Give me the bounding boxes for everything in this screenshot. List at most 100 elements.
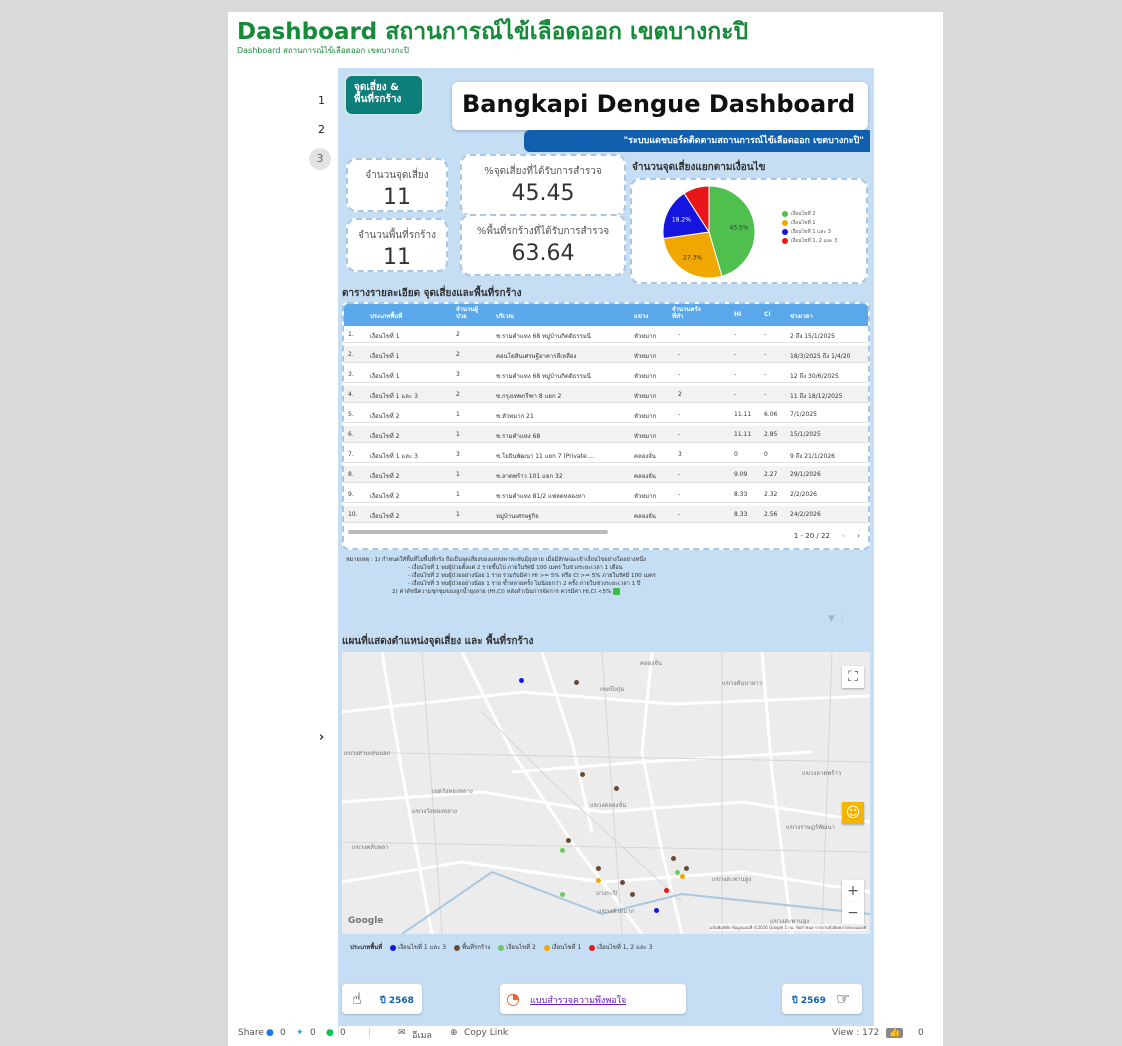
map-marker[interactable] (596, 878, 601, 883)
map-marker[interactable] (664, 888, 669, 893)
thumb-left-icon: ☝ (352, 989, 362, 1008)
prev-year-button[interactable]: ☝ ปี 2568 (342, 984, 422, 1014)
fullscreen-icon[interactable]: ⛶ (842, 666, 864, 688)
map-marker[interactable] (671, 856, 676, 861)
cell-hi: 8.33 (734, 491, 748, 498)
table-row[interactable]: 10. เงื่อนไขที่ 2 1 หมู่บ้านเศรษฐกิจ คลองจั่… (344, 506, 868, 523)
map-marker[interactable] (614, 786, 619, 791)
col-type[interactable]: ประเภทพื้นที่ (370, 311, 402, 321)
map-marker[interactable] (675, 870, 680, 875)
cell-no: 1. (348, 331, 354, 338)
legend-label: เงื่อนไขที่ 1, 2 และ 3 (597, 944, 653, 951)
cell-khwaeng: คลองจั่น (634, 473, 656, 480)
horizontal-scrollbar[interactable] (348, 530, 608, 534)
cell-patients: 2 (456, 391, 460, 398)
line-share-icon[interactable]: ● (326, 1028, 334, 1038)
map-marker[interactable] (684, 866, 689, 871)
col-patients[interactable]: จำนวนผู้ป่วย (456, 306, 480, 320)
pie-chart-card[interactable]: 45.5% 27.3% 18.2% เงื่อนไขที่ 2 เงื่อนไขที… (630, 178, 868, 284)
map-label: แขวงสะพานสูง (712, 876, 752, 883)
map-label: แขวงคลองจั่น (590, 802, 627, 809)
email-link[interactable]: อีเมล (412, 1028, 432, 1042)
dashboard-title: Bangkapi Dengue Dashboard (462, 90, 856, 118)
like-count: 0 (918, 1028, 924, 1038)
next-year-button[interactable]: ปี 2569 ☞ (782, 984, 862, 1014)
cell-ci: 2.56 (764, 511, 778, 518)
map-marker[interactable] (566, 838, 571, 843)
page-1-link[interactable]: 1 (305, 94, 338, 107)
col-ci[interactable]: CI (764, 311, 771, 318)
zoom-in-button[interactable]: + (842, 880, 864, 902)
table-row[interactable]: 8. เงื่อนไขที่ 2 1 ซ.ลาดพร้าว 101 แยก 32 คลอ… (344, 466, 868, 483)
next-page-button[interactable]: › (857, 532, 860, 540)
facebook-share-icon[interactable]: ● (266, 1028, 274, 1038)
map-marker[interactable] (630, 892, 635, 897)
table-pagination: 1 - 20 / 22 ‹ › (794, 532, 860, 540)
twitter-share-icon[interactable]: ✦ (296, 1028, 304, 1038)
cell-ci: 0 (764, 451, 768, 458)
table-row[interactable]: 5. เงื่อนไขที่ 2 1 ซ.หัวหมาก 21 หัวหมาก - 11.1… (344, 406, 868, 423)
col-hi[interactable]: HI (734, 311, 741, 318)
cell-area: ซ.กรุงเทพกรีฑา 8 แยก 2 (496, 393, 562, 400)
cell-patients: 2 (456, 331, 460, 338)
legend-swatch (782, 228, 788, 235)
legend-item: เงื่อนไขที่ 1 (782, 219, 816, 227)
page-2-link[interactable]: 2 (305, 123, 338, 136)
link-icon[interactable]: ⊕ (450, 1028, 458, 1038)
map-legend: ประเภทพื้นที่ เงื่อนไขที่ 1 และ 3 พื้นที… (350, 942, 653, 952)
map-attribution: แป้นพิมพ์ลัด ข้อมูลแผนที่ ©2026 Google 1… (709, 924, 866, 931)
risk-map[interactable]: คลองจั่น เขตบึงกุ่ม แขวงคันนายาว แขวงสาม… (342, 652, 870, 934)
legend-swatch (543, 944, 550, 951)
cell-khwaeng: คลองจั่น (634, 513, 656, 520)
cell-khwaeng: หัวหมาก (634, 353, 657, 360)
map-marker[interactable] (654, 908, 659, 913)
email-icon[interactable]: ✉ (398, 1028, 406, 1038)
map-marker[interactable] (596, 866, 601, 871)
kpi-label: จำนวนจุดเสี่ยง (365, 170, 429, 181)
map-marker[interactable] (680, 874, 685, 879)
cell-area: ซ.รามคำแหง 68 (496, 433, 541, 440)
table-row[interactable]: 2. เงื่อนไขที่ 1 2 คอนโดสินเศรษฐีอาคารสีเหล… (344, 346, 868, 363)
survey-link[interactable]: แบบสำรวจความพึงพอใจ (530, 993, 626, 1007)
page-3-link[interactable]: 3 (309, 148, 331, 170)
col-times[interactable]: จำนวนครั้งที่ทำ (672, 306, 704, 320)
col-period[interactable]: ช่วงเวลา (790, 311, 813, 321)
risk-area-badge[interactable]: จุดเสี่ยง & พื้นที่รกร้าง (344, 74, 424, 116)
prev-page-button[interactable]: ‹ (842, 532, 845, 540)
col-khwaeng[interactable]: แขวง (634, 311, 648, 321)
map-label: แขวงลาดพร้าว (802, 770, 842, 777)
table-row[interactable]: 1. เงื่อนไขที่ 1 2 ซ.รามคำแหง 68 หมู่บ้านกิ… (344, 326, 868, 343)
table-row[interactable]: 6. เงื่อนไขที่ 2 1 ซ.รามคำแหง 68 หัวหมาก - 11.… (344, 426, 868, 443)
filter-icon[interactable]: ▼ ⋮ (828, 614, 847, 624)
cell-times: - (678, 351, 681, 358)
map-marker[interactable] (574, 680, 579, 685)
cell-type: เงื่อนไขที่ 1 และ 3 (370, 393, 418, 400)
street-view-icon[interactable]: ☺ (842, 802, 864, 824)
table-row[interactable]: 3. เงื่อนไขที่ 1 3 ซ.รามคำแหง 68 หมู่บ้านกิ… (344, 366, 868, 383)
cell-area: ซ.รามคำแหง 68 หมู่บ้านกิตติธรรมนี (496, 333, 591, 340)
like-icon[interactable]: 👍 (886, 1028, 904, 1038)
cell-ci: - (764, 391, 767, 398)
map-marker[interactable] (560, 848, 565, 853)
table-row[interactable]: 9. เงื่อนไขที่ 2 1 ซ.รามคำแหง 81/2 แฟลตหลอง… (344, 486, 868, 503)
table-row[interactable]: 4. เงื่อนไขที่ 1 และ 3 2 ซ.กรุงเทพกรีฑา 8 แ… (344, 386, 868, 403)
cell-patients: 1 (456, 511, 460, 518)
survey-button[interactable]: ◔ แบบสำรวจความพึงพอใจ (500, 984, 686, 1014)
map-marker[interactable] (580, 772, 585, 777)
col-area[interactable]: บริเวณ (496, 311, 514, 321)
zoom-out-button[interactable]: − (842, 902, 864, 924)
map-marker[interactable] (519, 678, 524, 683)
cell-hi: - (734, 391, 737, 398)
page-navigator: 1 2 3 › (305, 78, 339, 1038)
map-marker[interactable] (620, 880, 625, 885)
cell-type: เงื่อนไขที่ 2 (370, 513, 400, 520)
line-count: 0 (340, 1028, 346, 1038)
copy-link[interactable]: Copy Link (464, 1028, 508, 1038)
table-row[interactable]: 7. เงื่อนไขที่ 1 และ 3 3 ซ.โยธินพัฒนา 11 แย… (344, 446, 868, 463)
note-line: - เงื่อนไขที่ 3 พบผู้ป่วยอย่างน้อย 1 ราย… (408, 581, 641, 587)
cell-patients: 1 (456, 491, 460, 498)
map-marker[interactable] (560, 892, 565, 897)
cell-ci: - (764, 351, 767, 358)
next-page-arrow[interactable]: › (305, 730, 338, 745)
cell-type: เงื่อนไขที่ 1 และ 3 (370, 453, 418, 460)
